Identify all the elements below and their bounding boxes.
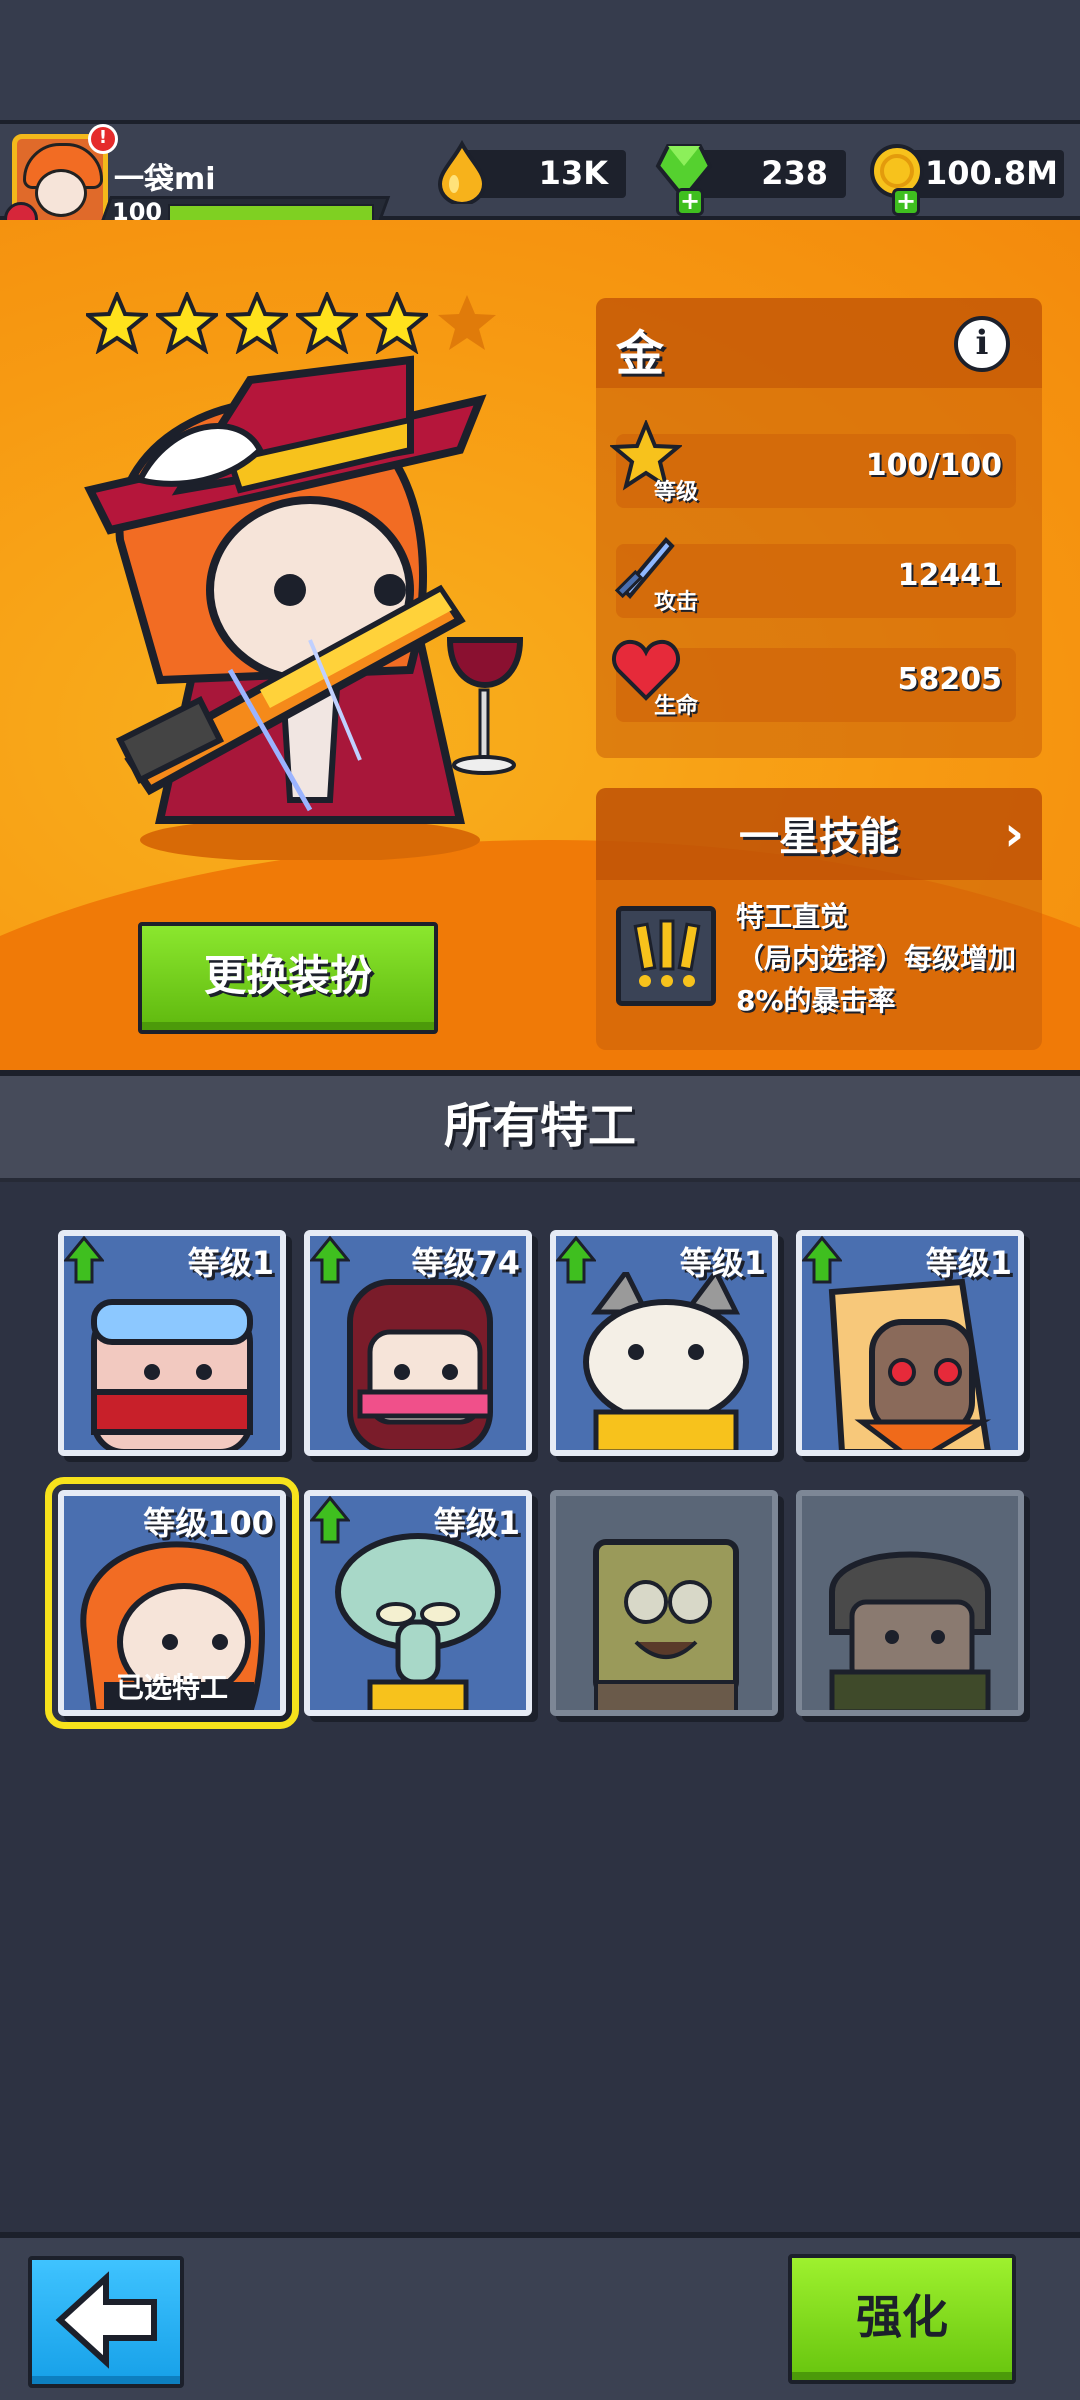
stat-value: 100/100 xyxy=(865,448,1002,483)
hero-panel: 更换装扮 金 i 等级 100/100 攻击 12441 生命 58205 一星… xyxy=(0,220,1080,1070)
skill-header-label: 一星技能 xyxy=(739,814,899,860)
skill-header[interactable]: 一星技能 › xyxy=(596,788,1042,880)
squid-art xyxy=(335,1533,501,1710)
stat-title-row: 金 i xyxy=(596,298,1042,388)
upgrade-button[interactable]: 强化 xyxy=(788,2254,1016,2384)
back-button[interactable] xyxy=(28,2256,184,2388)
stat-row-attack: 攻击 12441 xyxy=(614,537,1016,618)
upgrade-arrow-icon xyxy=(64,1236,104,1284)
chevron-right-icon: › xyxy=(1004,806,1024,862)
player-name: 一袋mi xyxy=(114,162,216,197)
agent-level: 等级1 xyxy=(433,1504,520,1542)
agent-grid: 等级1 等级74 等级1 等级1 等级100 已选特工 等级1 xyxy=(0,1182,1080,2232)
skill-exclaim-icon xyxy=(616,906,716,1006)
selected-agent-label: 已选特工 xyxy=(115,1671,228,1704)
energy-value: 13K xyxy=(538,154,608,192)
stat-row-level: 等级 100/100 xyxy=(610,420,1016,508)
agent-level: 等级1 xyxy=(187,1244,274,1282)
stat-label: 生命 xyxy=(654,694,699,719)
stat-label: 等级 xyxy=(654,480,699,505)
drop-icon xyxy=(437,140,487,204)
agent-level: 等级1 xyxy=(679,1244,766,1282)
skill-description: 特工直觉 （局内选择）每级增加8%的暴击率 xyxy=(736,896,1026,1022)
goggle-agent-art xyxy=(91,1299,253,1450)
coin-plus-icon[interactable]: + xyxy=(892,188,920,216)
skill-name: 特工直觉 xyxy=(736,900,849,933)
upgrade-arrow-icon xyxy=(556,1236,596,1284)
bottom-bar: 强化 xyxy=(0,2232,1080,2400)
cat-art xyxy=(583,1272,749,1450)
stat-label: 攻击 xyxy=(654,590,699,615)
agent-card-gasmask[interactable]: 等级1 xyxy=(796,1230,1024,1456)
gasmask-art xyxy=(828,1278,992,1450)
agent-card-squid[interactable]: 等级1 xyxy=(304,1490,532,1716)
top-header: ! 一袋mi 100 13K 238 + 100.8M + xyxy=(0,120,1080,236)
stat-panel: 金 i 等级 100/100 攻击 12441 生命 58205 xyxy=(596,298,1042,758)
rarity-label: 金 xyxy=(616,326,665,382)
soldier-art xyxy=(829,1551,991,1710)
agent-card-soldier-locked[interactable] xyxy=(796,1490,1024,1716)
notification-badge: ! xyxy=(88,124,118,154)
hero-character-art xyxy=(84,355,524,860)
info-icon[interactable]: i xyxy=(954,316,1010,372)
upgrade-arrow-icon xyxy=(310,1496,350,1544)
stat-value: 12441 xyxy=(897,558,1002,593)
agent-level: 等级1 xyxy=(925,1244,1012,1282)
arrow-left-icon xyxy=(55,2271,157,2369)
agent-card-sponge-locked[interactable] xyxy=(550,1490,778,1716)
coin-value: 100.8M xyxy=(924,154,1058,192)
stat-row-health: 生命 58205 xyxy=(612,639,1016,722)
stat-value: 58205 xyxy=(897,662,1002,697)
avatar-face xyxy=(35,169,87,217)
skill-panel[interactable]: 一星技能 › 特工直觉 （局内选择）每级增加8%的暴击率 xyxy=(596,788,1042,1050)
upgrade-arrow-icon xyxy=(310,1236,350,1284)
agent-level: 等级100 xyxy=(143,1504,274,1542)
ninja-girl-art xyxy=(347,1279,493,1450)
skill-effect: （局内选择）每级增加8%的暴击率 xyxy=(736,942,1017,1017)
gem-plus-icon[interactable]: + xyxy=(676,188,704,216)
agent-card-red-hair[interactable]: 等级100 已选特工 xyxy=(45,1477,299,1729)
gem-value: 238 xyxy=(761,154,828,192)
agent-card-ninja[interactable]: 等级74 xyxy=(304,1230,532,1456)
upgrade-arrow-icon xyxy=(802,1236,842,1284)
agent-card-cat[interactable]: 等级1 xyxy=(550,1230,778,1456)
sponge-art xyxy=(593,1539,739,1710)
agent-level: 等级74 xyxy=(411,1244,520,1282)
agent-card-goggle[interactable]: 等级1 xyxy=(58,1230,286,1456)
section-title: 所有特工 xyxy=(0,1070,1080,1182)
change-outfit-button[interactable]: 更换装扮 xyxy=(138,922,438,1034)
system-status-strip xyxy=(0,0,1080,120)
